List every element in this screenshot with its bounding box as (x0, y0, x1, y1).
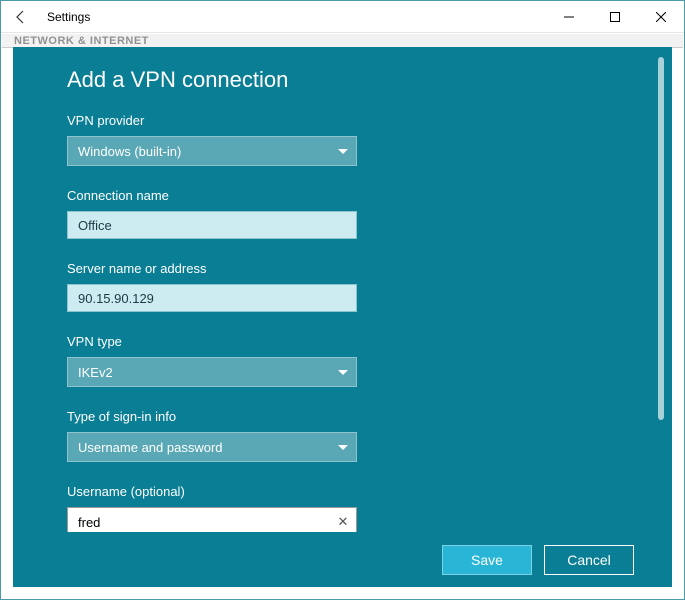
close-button[interactable] (638, 1, 684, 33)
username-input-wrap: ✕ (67, 507, 357, 532)
chevron-down-icon (338, 370, 348, 375)
server-address-label: Server name or address (67, 261, 618, 276)
background-header: NETWORK & INTERNET (2, 34, 683, 48)
field-vpn-provider: VPN provider Windows (built-in) (67, 113, 618, 166)
username-label: Username (optional) (67, 484, 618, 499)
signin-type-select[interactable]: Username and password (67, 432, 357, 462)
username-input[interactable] (68, 508, 330, 532)
vpn-provider-select[interactable]: Windows (built-in) (67, 136, 357, 166)
connection-name-input[interactable] (67, 211, 357, 239)
field-connection-name: Connection name (67, 188, 618, 239)
close-icon: ✕ (338, 514, 349, 530)
maximize-button[interactable] (592, 1, 638, 33)
vpn-type-select[interactable]: IKEv2 (67, 357, 357, 387)
vpn-type-label: VPN type (67, 334, 618, 349)
background-header-text: NETWORK & INTERNET (14, 35, 149, 47)
back-button[interactable] (1, 1, 41, 33)
vpn-dialog: Add a VPN connection VPN provider Window… (13, 47, 672, 587)
chevron-down-icon (338, 445, 348, 450)
field-signin-type: Type of sign-in info Username and passwo… (67, 409, 618, 462)
dialog-body: Add a VPN connection VPN provider Window… (13, 47, 672, 532)
cancel-button[interactable]: Cancel (544, 545, 634, 575)
dialog-footer: Save Cancel (13, 532, 672, 587)
clear-input-button[interactable]: ✕ (330, 508, 356, 532)
scrollbar[interactable] (658, 57, 664, 522)
chevron-down-icon (338, 149, 348, 154)
field-username: Username (optional) ✕ (67, 484, 618, 532)
server-address-input[interactable] (67, 284, 357, 312)
scrollbar-thumb[interactable] (658, 57, 664, 420)
window-title: Settings (41, 10, 546, 24)
field-vpn-type: VPN type IKEv2 (67, 334, 618, 387)
save-button[interactable]: Save (442, 545, 532, 575)
vpn-provider-value: Windows (built-in) (78, 144, 181, 159)
dialog-title: Add a VPN connection (67, 67, 618, 93)
window-controls (546, 1, 684, 33)
signin-type-value: Username and password (78, 440, 223, 455)
connection-name-label: Connection name (67, 188, 618, 203)
vpn-provider-label: VPN provider (67, 113, 618, 128)
signin-type-label: Type of sign-in info (67, 409, 618, 424)
titlebar: Settings (1, 1, 684, 33)
vpn-type-value: IKEv2 (78, 365, 113, 380)
field-server-address: Server name or address (67, 261, 618, 312)
minimize-button[interactable] (546, 1, 592, 33)
